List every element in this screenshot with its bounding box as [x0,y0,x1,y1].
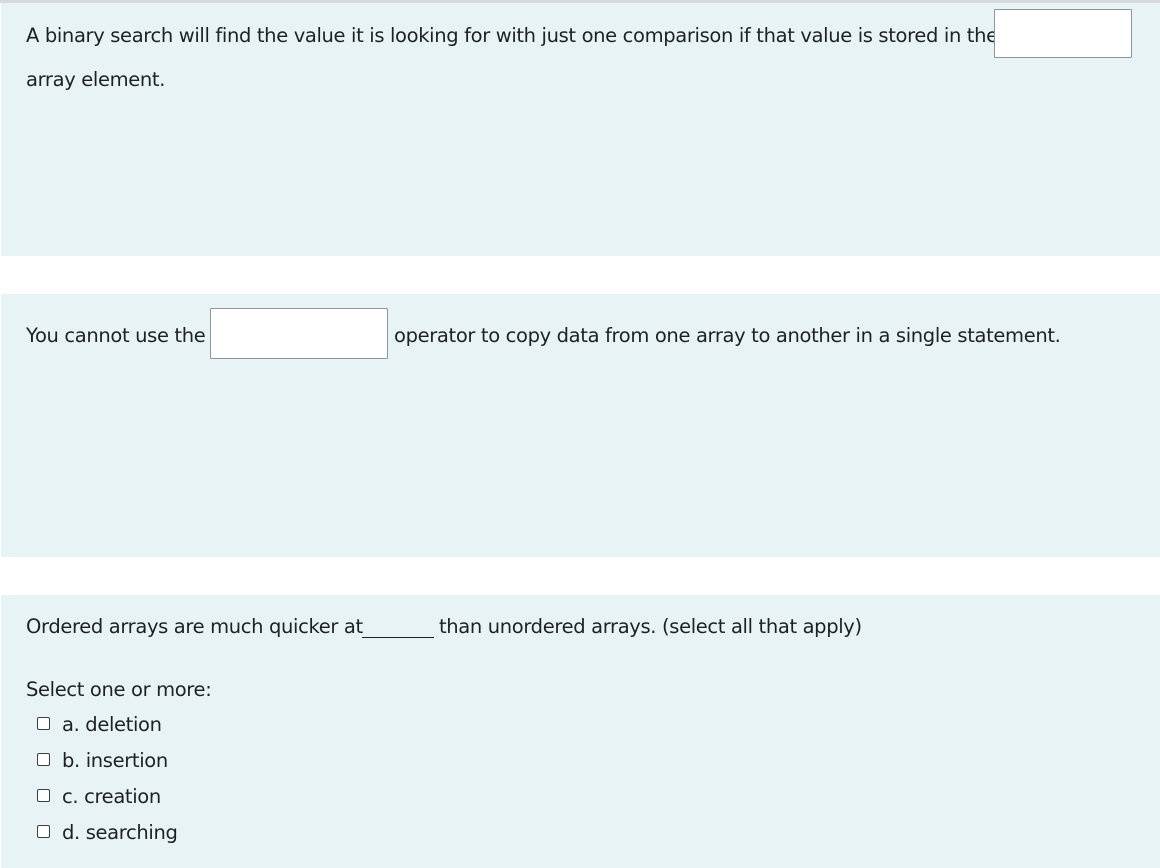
option-deletion[interactable]: a. deletion [37,711,162,739]
question-2-text-after: operator to copy data from one array to … [394,324,1061,347]
checkbox-searching[interactable] [37,824,50,838]
question-3-blank-line [362,637,434,638]
option-insertion-label: b. insertion [62,749,168,772]
option-searching[interactable]: d. searching [37,819,178,847]
checkbox-insertion[interactable] [37,752,50,766]
option-insertion[interactable]: b. insertion [37,747,168,775]
question-3-text-before: Ordered arrays are much quicker at [26,615,363,638]
quiz-page: A binary search will find the value it i… [0,0,1160,868]
question-1-answer-input[interactable] [994,9,1132,58]
question-3-prompt: Select one or more: [26,678,212,701]
option-creation[interactable]: c. creation [37,783,161,811]
question-2-answer-input[interactable] [210,308,388,359]
checkbox-creation[interactable] [37,788,50,802]
option-searching-label: d. searching [62,821,178,844]
question-1-card: A binary search will find the value it i… [1,3,1160,256]
option-creation-label: c. creation [62,785,161,808]
question-3-card: Ordered arrays are much quicker at than … [1,595,1160,868]
question-3-text-after: than unordered arrays. (select all that … [439,615,862,638]
question-1-text-before: A binary search will find the value it i… [26,24,998,47]
checkbox-deletion[interactable] [37,716,50,730]
option-deletion-label: a. deletion [62,713,162,736]
question-2-text-before: You cannot use the [26,324,206,347]
question-1-text-after: array element. [26,68,166,91]
question-2-card: You cannot use the operator to copy data… [1,294,1160,557]
